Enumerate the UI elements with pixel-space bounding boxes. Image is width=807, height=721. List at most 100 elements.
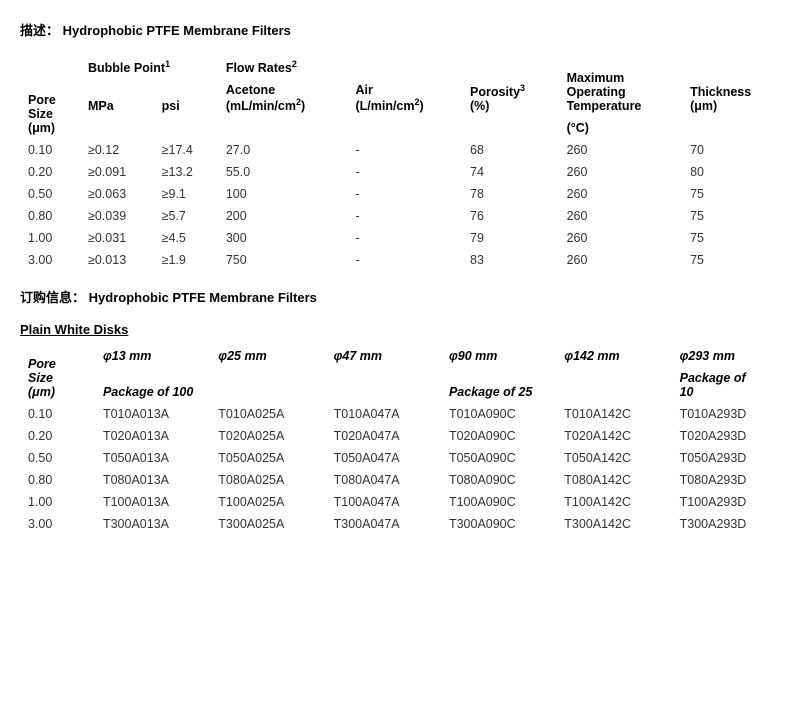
air-header: Air(L/min/cm2): [347, 79, 462, 117]
table-row: 0.50 ≥0.063 ≥9.1 100 - 78 260 75: [20, 183, 787, 205]
d293-header: φ293 mm: [672, 345, 787, 367]
d47-cell: T020A047A: [326, 425, 441, 447]
mpa-cell: ≥0.039: [80, 205, 154, 227]
table-row: 3.00 T300A013A T300A025A T300A047A T300A…: [20, 513, 787, 535]
table-row: 0.20 ≥0.091 ≥13.2 55.0 - 74 260 80: [20, 161, 787, 183]
acetone-cell: 750: [218, 249, 348, 271]
d293-cell: T020A293D: [672, 425, 787, 447]
acetone-header: Acetone(mL/min/cm2): [218, 79, 348, 117]
max-temp-header: MaximumOperatingTemperature: [559, 55, 682, 117]
d90-cell: T080A090C: [441, 469, 556, 491]
d293-cell: T080A293D: [672, 469, 787, 491]
pore-size-cell: 3.00: [20, 249, 80, 271]
d13-header: φ13 mm: [95, 345, 210, 367]
d13-cell: T050A013A: [95, 447, 210, 469]
psi-cell: ≥9.1: [154, 183, 218, 205]
table-row: 0.50 T050A013A T050A025A T050A047A T050A…: [20, 447, 787, 469]
order-pore-header: PoreSize(μm): [20, 345, 95, 403]
air-cell: -: [347, 161, 462, 183]
order-label: 订购信息：: [20, 290, 85, 305]
d47-cell: T100A047A: [326, 491, 441, 513]
bubble-point-header: Bubble Point1: [80, 55, 218, 79]
plain-white-text: Plain White Disks: [20, 322, 128, 337]
order-pore-cell: 0.80: [20, 469, 95, 491]
d25-cell: T050A025A: [210, 447, 325, 469]
pore-size-cell: 0.80: [20, 205, 80, 227]
table-row: 0.80 ≥0.039 ≥5.7 200 - 76 260 75: [20, 205, 787, 227]
d142-cell: T100A142C: [556, 491, 671, 513]
mpa-header-2: [80, 117, 154, 139]
table-row: 1.00 ≥0.031 ≥4.5 300 - 79 260 75: [20, 227, 787, 249]
acetone-cell: 100: [218, 183, 348, 205]
maxtemp-cell: 260: [559, 249, 682, 271]
temp-unit-header: (°C): [559, 117, 682, 139]
order-table: PoreSize(μm) φ13 mm φ25 mm φ47 mm φ90 mm…: [20, 345, 787, 535]
porosity-cell: 79: [462, 227, 559, 249]
order-text: Hydrophobic PTFE Membrane Filters: [89, 290, 317, 305]
plain-white-label: Plain White Disks: [20, 322, 787, 337]
pkg100-header: Package of 100: [95, 367, 441, 403]
porosity-cell: 74: [462, 161, 559, 183]
porosity-cell: 83: [462, 249, 559, 271]
d25-cell: T020A025A: [210, 425, 325, 447]
description-block: 描述： Hydrophobic PTFE Membrane Filters: [20, 20, 787, 39]
flow-rates-header: Flow Rates2: [218, 55, 462, 79]
table-row: 3.00 ≥0.013 ≥1.9 750 - 83 260 75: [20, 249, 787, 271]
d47-cell: T010A047A: [326, 403, 441, 425]
thickness-cell: 80: [682, 161, 787, 183]
acetone-header-2: [218, 117, 348, 139]
d13-cell: T010A013A: [95, 403, 210, 425]
d90-cell: T300A090C: [441, 513, 556, 535]
psi-cell: ≥17.4: [154, 139, 218, 161]
d142-cell: T010A142C: [556, 403, 671, 425]
psi-cell: ≥5.7: [154, 205, 218, 227]
thickness-cell: 70: [682, 139, 787, 161]
d142-cell: T080A142C: [556, 469, 671, 491]
d13-cell: T300A013A: [95, 513, 210, 535]
air-cell: -: [347, 227, 462, 249]
acetone-cell: 27.0: [218, 139, 348, 161]
porosity-cell: 68: [462, 139, 559, 161]
thickness-cell: 75: [682, 227, 787, 249]
d90-cell: T100A090C: [441, 491, 556, 513]
d293-cell: T010A293D: [672, 403, 787, 425]
acetone-cell: 55.0: [218, 161, 348, 183]
air-cell: -: [347, 139, 462, 161]
desc-text: Hydrophobic PTFE Membrane Filters: [63, 23, 291, 38]
d142-cell: T300A142C: [556, 513, 671, 535]
d90-header: φ90 mm: [441, 345, 556, 367]
d13-cell: T020A013A: [95, 425, 210, 447]
pore-size-cell: 0.50: [20, 183, 80, 205]
d47-cell: T300A047A: [326, 513, 441, 535]
air-cell: -: [347, 183, 462, 205]
d47-header: φ47 mm: [326, 345, 441, 367]
order-pore-cell: 0.20: [20, 425, 95, 447]
order-info-block: 订购信息： Hydrophobic PTFE Membrane Filters: [20, 287, 787, 306]
psi-header: psi: [154, 79, 218, 117]
d90-cell: T050A090C: [441, 447, 556, 469]
maxtemp-cell: 260: [559, 227, 682, 249]
air-cell: -: [347, 249, 462, 271]
d25-cell: T010A025A: [210, 403, 325, 425]
psi-header-2: [154, 117, 218, 139]
d142-cell: T020A142C: [556, 425, 671, 447]
thickness-cell: 75: [682, 249, 787, 271]
pore-size-cell: 1.00: [20, 227, 80, 249]
d13-cell: T100A013A: [95, 491, 210, 513]
maxtemp-cell: 260: [559, 183, 682, 205]
desc-label: 描述：: [20, 23, 59, 38]
acetone-cell: 200: [218, 205, 348, 227]
table-row: 0.20 T020A013A T020A025A T020A047A T020A…: [20, 425, 787, 447]
porosity-cell: 78: [462, 183, 559, 205]
table-row: 0.80 T080A013A T080A025A T080A047A T080A…: [20, 469, 787, 491]
d25-cell: T100A025A: [210, 491, 325, 513]
d90-cell: T020A090C: [441, 425, 556, 447]
d13-cell: T080A013A: [95, 469, 210, 491]
maxtemp-cell: 260: [559, 205, 682, 227]
pore-size-header: PoreSize(μm): [20, 55, 80, 139]
d293-cell: T050A293D: [672, 447, 787, 469]
d293-cell: T300A293D: [672, 513, 787, 535]
order-pore-cell: 0.50: [20, 447, 95, 469]
d47-cell: T080A047A: [326, 469, 441, 491]
mpa-cell: ≥0.013: [80, 249, 154, 271]
